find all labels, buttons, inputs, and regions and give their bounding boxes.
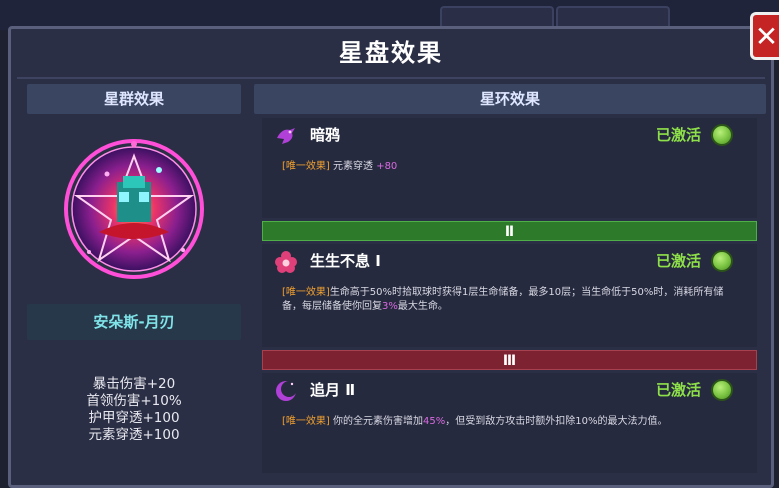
effect-name: 追月 Ⅱ <box>310 381 356 399</box>
stat-line: 暴击伤害+20 <box>92 376 176 392</box>
ring-effect-card: 生生不息 Ⅰ 已激活 [唯一效果]生命高于50%时拾取球时获得1层生命储备，最多… <box>262 244 757 347</box>
effect-text: 生命高于50%时拾取球时获得1层生命储备，最多10层；当生命低于50%时，消耗所… <box>282 287 724 312</box>
ring-effects-header: 星环效果 <box>254 84 766 114</box>
effect-title-row: 生生不息 Ⅰ 已激活 <box>262 244 757 278</box>
effect-value: 3% <box>382 301 398 312</box>
ring-effect-card: 追月 Ⅱ 已激活 [唯一效果] 你的全元素伤害增加45%，但受到敌方攻击时额外扣… <box>262 373 757 473</box>
ring-effects-column: 星环效果 暗鸦 已激活 [唯一效果] 元素穿透 +80 Ⅱ 生生不息 Ⅰ 已激活 <box>254 84 766 488</box>
effect-tag: [唯一效果] <box>282 416 330 427</box>
close-icon: ✕ <box>754 19 779 53</box>
effect-name: 暗鸦 <box>310 126 341 144</box>
close-button[interactable]: ✕ <box>750 12 779 60</box>
effect-text: 你的全元素伤害增加 <box>333 416 423 427</box>
constellation-stats: 暴击伤害+20 首领伤害+10% 护甲穿透+100 元素穿透+100 <box>27 376 241 444</box>
title-divider <box>17 77 765 79</box>
effect-title-row: 暗鸦 已激活 <box>262 118 757 152</box>
effect-description: [唯一效果]生命高于50%时拾取球时获得1层生命储备，最多10层；当生命低于50… <box>282 286 737 314</box>
effect-status: 已激活 <box>655 381 701 399</box>
flower-icon <box>274 250 298 274</box>
effect-value: +80 <box>376 161 398 172</box>
constellation-effects-header: 星群效果 <box>27 84 241 114</box>
effect-value: 45% <box>423 416 446 427</box>
effect-text-suffix: 最大生命。 <box>397 301 448 312</box>
crescent-moon-icon <box>274 379 298 403</box>
emblem-area <box>27 114 241 304</box>
effect-status: 已激活 <box>655 252 701 270</box>
active-indicator-icon <box>711 379 733 401</box>
stat-line: 首领伤害+10% <box>86 393 182 409</box>
effect-title-row: 追月 Ⅱ 已激活 <box>262 373 757 407</box>
constellation-name: 安朵斯-月刃 <box>27 304 241 340</box>
crow-icon <box>274 124 298 148</box>
panel-title: 星盘效果 <box>339 39 443 67</box>
effect-tag: [唯一效果] <box>282 287 330 298</box>
constellation-emblem-icon <box>64 139 204 279</box>
stat-line: 元素穿透+100 <box>88 427 180 443</box>
effect-description: [唯一效果] 你的全元素伤害增加45%，但受到敌方攻击时额外扣除10%的最大法力… <box>282 415 737 429</box>
constellation-effects-column: 星群效果 安朵斯-月刃 暴击伤害+20 首领伤害+10% 护甲穿透+100 元素… <box>27 84 241 444</box>
active-indicator-icon <box>711 250 733 272</box>
tier-divider-iii: Ⅲ <box>262 350 757 370</box>
effect-status: 已激活 <box>655 126 701 144</box>
effect-name: 生生不息 Ⅰ <box>310 252 381 270</box>
stat-line: 护甲穿透+100 <box>88 410 180 426</box>
effect-text-suffix: ，但受到敌方攻击时额外扣除10%的最大法力值。 <box>445 416 668 427</box>
effect-text: 元素穿透 <box>333 161 373 172</box>
effect-tag: [唯一效果] <box>282 161 330 172</box>
tier-divider-ii: Ⅱ <box>262 221 757 241</box>
active-indicator-icon <box>711 124 733 146</box>
ring-effect-card: 暗鸦 已激活 [唯一效果] 元素穿透 +80 <box>262 118 757 218</box>
effect-description: [唯一效果] 元素穿透 +80 <box>282 160 737 174</box>
